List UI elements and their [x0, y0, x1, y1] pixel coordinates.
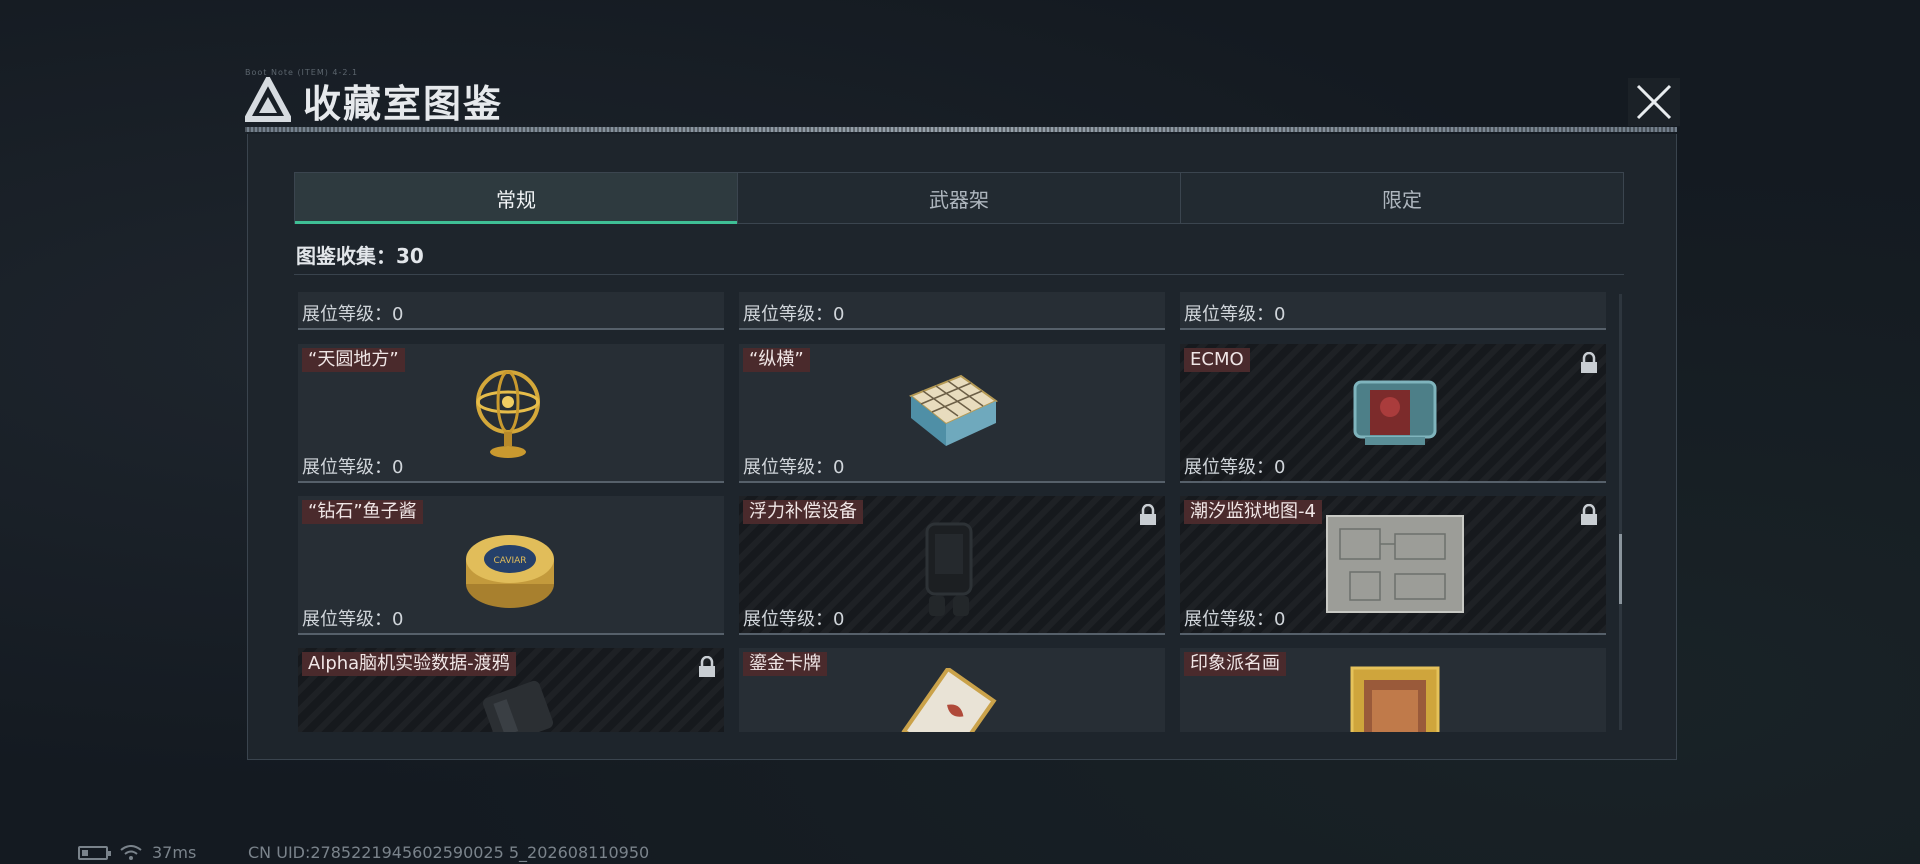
item-name: 鎏金卡牌: [743, 652, 827, 676]
collection-card[interactable]: 印象派名画: [1180, 648, 1606, 732]
armillary-sphere-icon: [476, 370, 540, 458]
collection-count: 图鉴收集：30: [296, 244, 424, 268]
item-name: 潮汐监狱地图-4: [1184, 500, 1322, 524]
wifi-icon: [120, 844, 142, 860]
collection-grid: 展位等级：0 展位等级：0 展位等级：0 “天圆地方” 展位等级：0 “纵横”: [298, 292, 1608, 732]
svg-text:CAVIAR: CAVIAR: [493, 556, 526, 566]
collection-card[interactable]: 鎏金卡牌: [739, 648, 1165, 732]
status-bar: 37ms: [78, 843, 196, 862]
item-name: “天圆地方”: [302, 348, 405, 372]
gilded-card-icon: [901, 668, 997, 732]
collection-divider: [294, 274, 1624, 275]
lock-icon: [699, 656, 715, 677]
tab-weapon-rack[interactable]: 武器架: [737, 173, 1180, 223]
ping-value: 37ms: [152, 843, 197, 862]
data-device-icon: [482, 680, 554, 732]
collection-card[interactable]: “天圆地方” 展位等级：0: [298, 344, 724, 483]
caviar-tin-icon: CAVIAR: [466, 535, 554, 608]
collection-card[interactable]: ECMO 展位等级：0: [1180, 344, 1606, 483]
scrollbar-thumb[interactable]: [1619, 534, 1622, 604]
ecmo-machine-icon: [1353, 380, 1437, 445]
window-header: 收藏室图鉴: [245, 75, 504, 126]
chess-box-icon: [909, 374, 998, 446]
user-uid: CN UID:2785221945602590025 5_20260811095…: [248, 843, 650, 862]
tab-limited[interactable]: 限定: [1180, 173, 1623, 223]
booth-level: 展位等级：0: [302, 457, 404, 478]
booth-level: 展位等级：0: [302, 609, 404, 630]
bcd-vest-icon: [925, 522, 973, 616]
collection-card[interactable]: “钻石”鱼子酱 CAVIAR 展位等级：0: [298, 496, 724, 635]
close-button[interactable]: [1628, 78, 1680, 126]
tab-bar: 常规 武器架 限定: [294, 172, 1624, 224]
collection-card[interactable]: 浮力补偿设备 展位等级：0: [739, 496, 1165, 635]
tab-label: 常规: [496, 187, 536, 212]
lock-icon: [1140, 504, 1156, 525]
booth-level: 展位等级：0: [743, 609, 845, 630]
page-title: 收藏室图鉴: [303, 81, 504, 126]
item-name: 印象派名画: [1184, 652, 1286, 676]
collection-card[interactable]: 展位等级：0: [739, 292, 1165, 330]
game-logo-icon: [245, 77, 291, 122]
booth-level: 展位等级：0: [1184, 457, 1286, 478]
collection-card[interactable]: 展位等级：0: [298, 292, 724, 330]
booth-level: 展位等级：0: [1184, 609, 1286, 630]
item-name: “纵横”: [743, 348, 810, 372]
booth-level: 展位等级：0: [1184, 304, 1286, 325]
booth-level: 展位等级：0: [743, 304, 845, 325]
item-name: “钻石”鱼子酱: [302, 500, 423, 524]
battery-icon: [78, 845, 111, 860]
framed-painting-icon: [1350, 666, 1440, 732]
collection-card[interactable]: 展位等级：0: [1180, 292, 1606, 330]
tab-label: 限定: [1382, 187, 1422, 212]
item-name: Alpha脑机实验数据-渡鸦: [302, 652, 516, 676]
prison-map-icon: [1326, 515, 1464, 613]
tab-label: 武器架: [929, 187, 989, 212]
booth-level: 展位等级：0: [302, 304, 404, 325]
item-name: ECMO: [1184, 348, 1250, 372]
item-name: 浮力补偿设备: [743, 500, 863, 524]
collection-card[interactable]: Alpha脑机实验数据-渡鸦: [298, 648, 724, 732]
collection-card[interactable]: 潮汐监狱地图-4 展位等级：0: [1180, 496, 1606, 635]
lock-icon: [1581, 352, 1597, 373]
collection-scrollbar[interactable]: [1619, 294, 1622, 730]
tab-regular[interactable]: 常规: [295, 173, 737, 224]
lock-icon: [1581, 504, 1597, 525]
collection-card[interactable]: “纵横” 展位等级：0: [739, 344, 1165, 483]
booth-level: 展位等级：0: [743, 457, 845, 478]
header-divider: [245, 127, 1677, 132]
